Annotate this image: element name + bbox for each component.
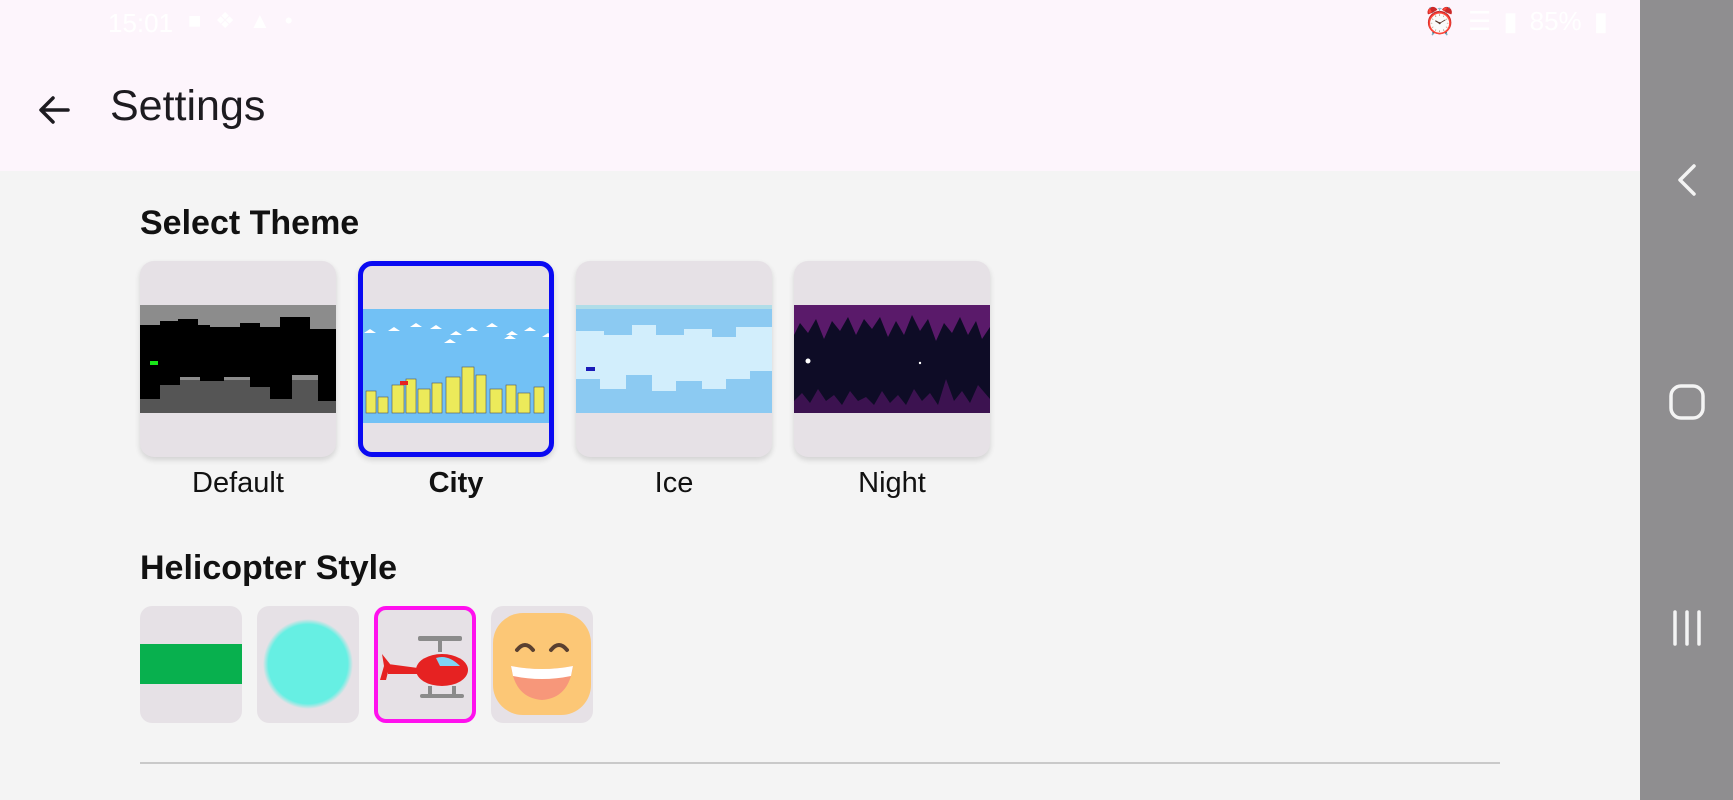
- arrow-back-icon: [39, 96, 70, 124]
- theme-card-default[interactable]: Default: [140, 261, 336, 457]
- night-theme-preview: [794, 305, 990, 413]
- green-bar-icon: [140, 644, 242, 684]
- recents-icon: [1672, 610, 1701, 646]
- theme-label-city: City: [428, 467, 484, 499]
- network-icon: ❖: [215, 8, 236, 33]
- helicopter-icon: [380, 636, 468, 698]
- theme-card-city[interactable]: [358, 261, 554, 457]
- teal-circle-icon: [263, 619, 353, 709]
- heli-option-green-bar[interactable]: [140, 606, 242, 723]
- battery-icon: ▮: [1593, 6, 1608, 36]
- status-right: ⏰ ☰ ▮ 85% ▮: [1424, 6, 1608, 37]
- section-divider: [140, 762, 1500, 764]
- helicopter-style-heading: Helicopter Style: [140, 549, 397, 587]
- ice-theme-preview: [576, 305, 772, 413]
- theme-label-default: Default: [192, 467, 284, 499]
- default-theme-preview: [140, 305, 336, 413]
- alarm-icon: ⏰: [1423, 6, 1457, 36]
- city-theme-preview: [363, 305, 549, 423]
- smiley-face-icon: [493, 613, 591, 715]
- back-button[interactable]: [30, 86, 78, 134]
- battery-percent: 85%: [1529, 6, 1582, 36]
- heli-option-smiley[interactable]: [491, 606, 593, 723]
- status-left-icons: ■ ❖ ▲ •: [188, 8, 293, 34]
- system-nav-bar: [1640, 0, 1733, 800]
- select-theme-heading: Select Theme: [140, 204, 360, 242]
- chevron-back-icon: [1677, 164, 1696, 196]
- theme-label-night: Night: [858, 467, 926, 499]
- dot-icon: •: [284, 8, 293, 33]
- signal-icon: ▮: [1503, 6, 1518, 36]
- wifi-icon: ☰: [1468, 6, 1492, 36]
- heli-option-helicopter[interactable]: [374, 606, 476, 723]
- heli-option-teal-circle[interactable]: [257, 606, 359, 723]
- robot-icon: ▲: [249, 8, 271, 33]
- home-square-icon: [1668, 384, 1705, 420]
- system-back-button[interactable]: [1640, 140, 1733, 220]
- system-recents-button[interactable]: [1640, 588, 1733, 668]
- theme-card-ice[interactable]: [576, 261, 772, 457]
- page-title: Settings: [110, 82, 266, 130]
- status-time: 15:01: [108, 8, 174, 38]
- system-home-button[interactable]: [1640, 362, 1733, 442]
- theme-label-ice: Ice: [654, 467, 694, 499]
- message-icon: ■: [188, 8, 202, 33]
- theme-card-night[interactable]: [794, 261, 990, 457]
- top-app-bar: 15:01 ■ ❖ ▲ • ⏰ ☰ ▮ 85% ▮ Settings: [0, 0, 1640, 171]
